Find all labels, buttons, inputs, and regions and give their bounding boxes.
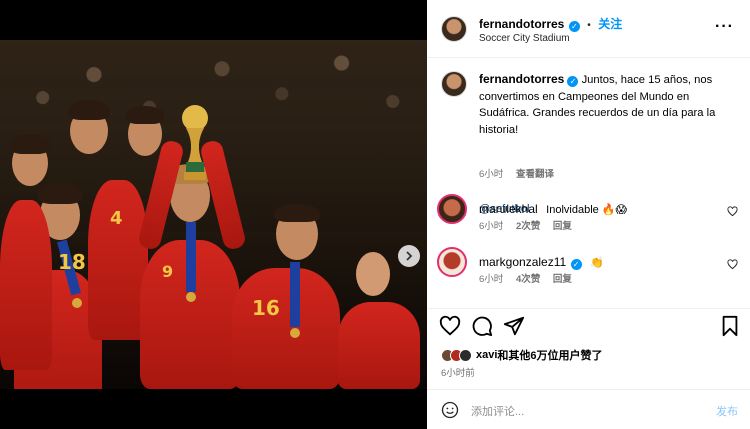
player-16 [232, 268, 340, 389]
player-far-right [338, 302, 420, 389]
comment-line: marulekhal Inolvidable 🔥😱 [479, 200, 627, 218]
likes-first-user[interactable]: xavi [476, 349, 497, 361]
location[interactable]: Soccer City Stadium [479, 33, 570, 44]
caption-time: 6小时 [479, 169, 504, 180]
player-head [356, 252, 390, 296]
avatar[interactable] [441, 71, 467, 97]
comment-input[interactable]: 添加评论... [471, 403, 524, 419]
commenter-username[interactable]: markgonzalez11 [479, 255, 566, 269]
world-cup-trophy-icon [182, 105, 208, 180]
like-comment-heart-icon[interactable] [727, 206, 738, 217]
caption: fernandotorres ✓ Juntos, hace 15 años, n… [479, 71, 734, 138]
comment-item: markgonzalez11 ✓ 👏 6小时 4次赞 回复 [427, 247, 750, 287]
jersey-number: 18 [58, 250, 86, 274]
reply-button[interactable]: 回复 [553, 274, 572, 285]
comment-meta: 6小时 4次赞 回复 [479, 271, 572, 285]
verified-badge-icon: ✓ [570, 259, 582, 270]
comment-likes[interactable]: 4次赞 [516, 274, 540, 285]
more-options-icon[interactable]: ··· [715, 18, 734, 36]
follow-button[interactable]: 关注 [598, 17, 622, 31]
username[interactable]: fernandotorres [479, 17, 564, 31]
commenter-avatar[interactable] [437, 247, 467, 277]
player-hair [274, 204, 320, 222]
post-photo[interactable]: 18 4 9 16 [0, 40, 427, 389]
comment-time: 6小时 [479, 274, 504, 285]
caption-username[interactable]: fernandotorres [479, 72, 564, 86]
player-hair [68, 100, 110, 120]
actions-bar: xavi 和其他6万位用户赞了 6小时前 [427, 308, 750, 388]
player-back-left [0, 200, 52, 370]
liker-avatar [459, 348, 472, 362]
comment-likes[interactable]: 2次赞 [516, 221, 540, 232]
medal-ribbon [290, 262, 300, 327]
post-time: 6小时前 [441, 368, 475, 379]
jersey-number: 9 [162, 262, 174, 281]
see-translation-button[interactable]: 查看翻译 [516, 169, 554, 180]
comment-item: marulekhal Inolvidable 🔥😱 6小时 2次赞 回复 [427, 194, 750, 234]
player-hair [126, 106, 164, 124]
medal [72, 298, 82, 308]
commenter-avatar[interactable] [437, 194, 467, 224]
chevron-right-icon [406, 251, 413, 261]
next-photo-button[interactable] [398, 245, 420, 267]
post-header: fernandotorres ✓ • 关注 Soccer City Stadiu… [427, 0, 750, 58]
comment-text: 👏 [590, 257, 604, 269]
comment-meta: 6小时 2次赞 回复 [479, 218, 572, 232]
verified-badge-icon: ✓ [567, 76, 579, 87]
post-comment-button[interactable]: 发布 [716, 403, 738, 419]
media-area: 18 4 9 16 [0, 0, 427, 429]
jersey-number: 4 [110, 208, 123, 229]
like-comment-heart-icon[interactable] [727, 259, 738, 270]
avatar[interactable] [441, 16, 467, 42]
reply-button[interactable]: 回复 [553, 221, 572, 232]
separator: • [587, 20, 591, 31]
verified-badge-icon: ✓ [568, 21, 580, 32]
medal [186, 292, 196, 302]
medal [290, 328, 300, 338]
comment-text: Inolvidable 🔥😱 [546, 204, 627, 216]
save-bookmark-icon[interactable] [719, 315, 741, 337]
share-send-icon[interactable] [503, 315, 525, 337]
jersey-number: 16 [252, 296, 280, 320]
likes-count-text[interactable]: 和其他6万位用户赞了 [497, 347, 602, 363]
post-panel: fernandotorres ✓ • 关注 Soccer City Stadiu… [427, 0, 750, 429]
caption-meta: 6小时 查看翻译 [479, 166, 554, 180]
player-4 [88, 180, 148, 340]
like-heart-icon[interactable] [439, 315, 461, 337]
comments-section: fernandotorres ✓ Juntos, hace 15 años, n… [427, 58, 750, 308]
player-hair [38, 182, 82, 204]
commenter-username[interactable]: marulekhal [479, 202, 538, 216]
comment-line: markgonzalez11 ✓ 👏 [479, 253, 604, 271]
likes-summary[interactable]: xavi 和其他6万位用户赞了 [441, 347, 603, 363]
emoji-icon[interactable] [441, 401, 459, 419]
medal-ribbon [186, 222, 196, 292]
comment-composer: 添加评论... 发布 [427, 389, 750, 429]
comment-bubble-icon[interactable] [471, 315, 493, 337]
comment-time: 6小时 [479, 221, 504, 232]
header-user-line: fernandotorres ✓ • 关注 [479, 15, 622, 33]
player-hair [10, 134, 50, 154]
